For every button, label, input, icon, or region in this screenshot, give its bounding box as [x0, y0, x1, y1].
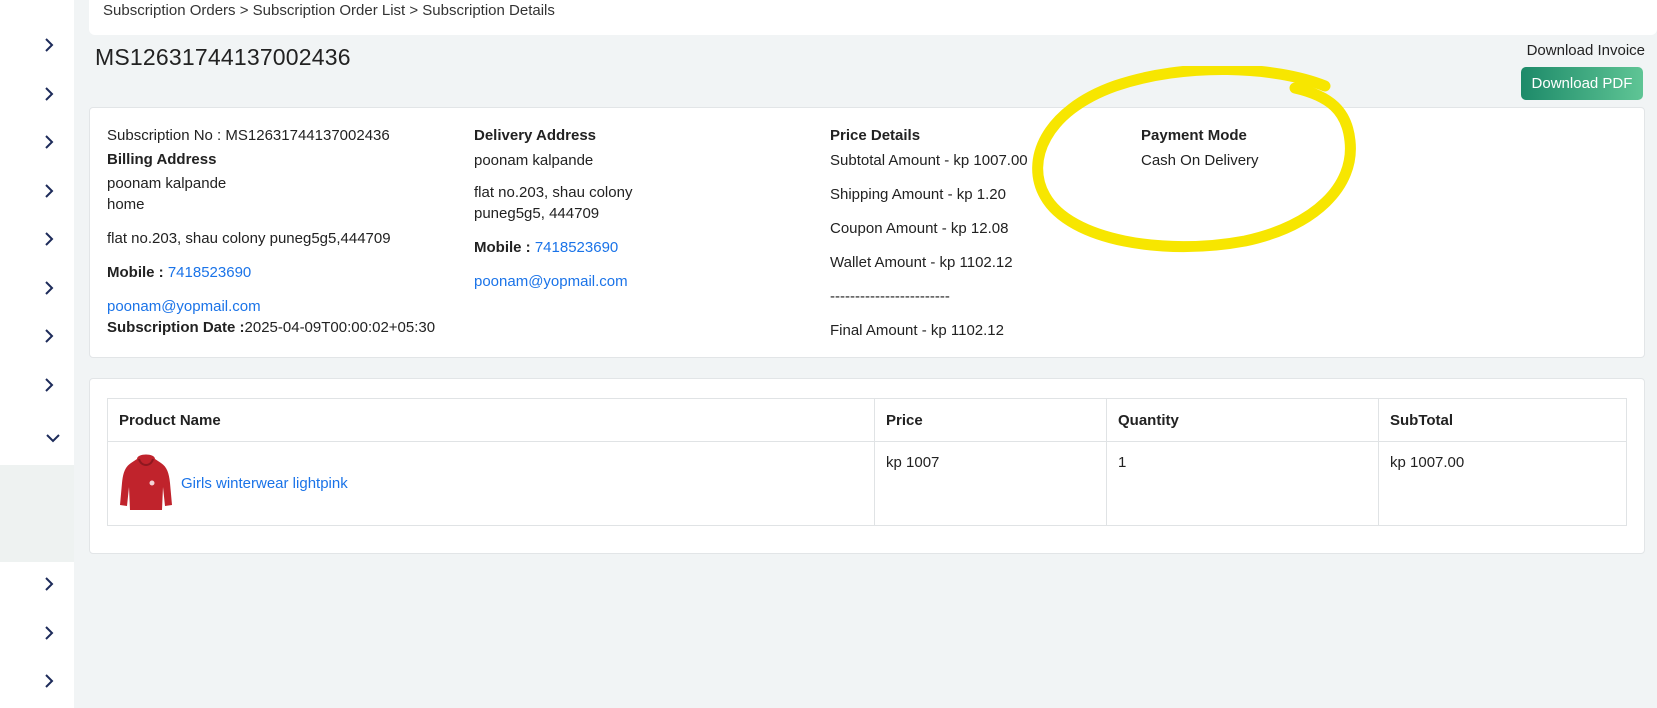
price-cell: kp 1007: [874, 441, 1107, 526]
chevron-right-icon: [45, 184, 54, 198]
subscription-info-card: Subscription No : MS12631744137002436 Bi…: [89, 107, 1645, 358]
payment-mode-value: Cash On Delivery: [1141, 152, 1259, 169]
sidebar: [0, 0, 74, 708]
sidebar-item-9-expanded[interactable]: [0, 418, 74, 458]
billing-address: flat no.203, shau colony puneg5g5,444709: [107, 230, 391, 247]
chevron-right-icon: [45, 38, 54, 52]
product-link[interactable]: Girls winterwear lightpink: [181, 475, 348, 492]
wallet-amount: Wallet Amount - kp 1102.12: [830, 254, 1013, 271]
delivery-email-link[interactable]: poonam@yopmail.com: [474, 271, 632, 292]
billing-column: Subscription No : MS12631744137002436 Bi…: [107, 125, 435, 338]
page-title: MS12631744137002436: [95, 44, 351, 70]
col-product-name: Product Name: [107, 398, 875, 442]
billing-name: poonam kalpande: [107, 175, 227, 192]
sidebar-item-12[interactable]: [0, 661, 74, 701]
delivery-name: poonam kalpande: [474, 152, 594, 169]
download-pdf-button[interactable]: Download PDF: [1521, 67, 1643, 100]
product-table-card: Product Name Price Quantity SubTotal Gir…: [89, 378, 1645, 554]
breadcrumb[interactable]: Subscription Orders > Subscription Order…: [103, 2, 555, 19]
chevron-right-icon: [45, 577, 54, 591]
subtotal-amount: Subtotal Amount - kp 1007.00: [830, 152, 1028, 169]
product-cell: Girls winterwear lightpink: [107, 441, 875, 526]
col-price: Price: [874, 398, 1107, 442]
price-divider: ------------------------: [830, 288, 950, 305]
delivery-mobile-link[interactable]: 7418523690: [535, 239, 618, 256]
sidebar-item-8[interactable]: [0, 365, 74, 405]
table-header-row: Product Name Price Quantity SubTotal: [107, 398, 1627, 442]
chevron-right-icon: [45, 135, 54, 149]
sidebar-item-11[interactable]: [0, 613, 74, 653]
sidebar-item-2[interactable]: [0, 74, 74, 114]
billing-address-header: Billing Address: [107, 151, 217, 168]
sidebar-item-6[interactable]: [0, 268, 74, 308]
payment-column: Payment Mode Cash On Delivery: [1141, 125, 1259, 171]
subscription-date: Subscription Date :2025-04-09T00:00:02+0…: [107, 319, 436, 336]
payment-mode-header: Payment Mode: [1141, 127, 1247, 144]
coupon-amount: Coupon Amount - kp 12.08: [830, 220, 1009, 237]
billing-email-link[interactable]: poonam@yopmail.com: [107, 296, 435, 317]
chevron-right-icon: [45, 378, 54, 392]
delivery-mobile: Mobile : 7418523690: [474, 239, 619, 256]
col-subtotal: SubTotal: [1378, 398, 1627, 442]
delivery-address-line1: flat no.203, shau colony: [474, 184, 633, 201]
chevron-down-icon: [46, 434, 60, 443]
product-table: Product Name Price Quantity SubTotal Gir…: [107, 398, 1627, 526]
table-row: Girls winterwear lightpink kp 1007 1 kp …: [107, 441, 1627, 526]
chevron-right-icon: [45, 232, 54, 246]
sidebar-item-4[interactable]: [0, 171, 74, 211]
sidebar-item-3[interactable]: [0, 122, 74, 162]
chevron-right-icon: [45, 329, 54, 343]
sidebar-item-1[interactable]: [0, 25, 74, 65]
billing-mobile: Mobile : 7418523690: [107, 264, 252, 281]
sidebar-active-submenu: [0, 465, 74, 562]
subscription-no: Subscription No : MS12631744137002436: [107, 127, 390, 144]
hoodie-product-image[interactable]: [119, 453, 173, 513]
delivery-address-header: Delivery Address: [474, 127, 597, 144]
delivery-address-line2: puneg5g5, 444709: [474, 205, 600, 222]
chevron-right-icon: [45, 87, 54, 101]
sidebar-item-5[interactable]: [0, 219, 74, 259]
price-details-header: Price Details: [830, 127, 921, 144]
chevron-right-icon: [45, 674, 54, 688]
billing-mobile-link[interactable]: 7418523690: [168, 264, 251, 281]
price-column: Price Details Subtotal Amount - kp 1007.…: [830, 125, 1028, 341]
download-invoice-label: Download Invoice: [1526, 42, 1645, 59]
delivery-column: Delivery Address poonam kalpande flat no…: [474, 125, 632, 292]
col-quantity: Quantity: [1106, 398, 1379, 442]
shipping-amount: Shipping Amount - kp 1.20: [830, 186, 1006, 203]
billing-type: home: [107, 196, 145, 213]
quantity-cell: 1: [1106, 441, 1379, 526]
subtotal-cell: kp 1007.00: [1378, 441, 1627, 526]
chevron-right-icon: [45, 626, 54, 640]
chevron-right-icon: [45, 281, 54, 295]
breadcrumb-bar: Subscription Orders > Subscription Order…: [89, 0, 1657, 35]
final-amount: Final Amount - kp 1102.12: [830, 322, 1004, 339]
sidebar-item-7[interactable]: [0, 316, 74, 356]
sidebar-item-10[interactable]: [0, 564, 74, 604]
